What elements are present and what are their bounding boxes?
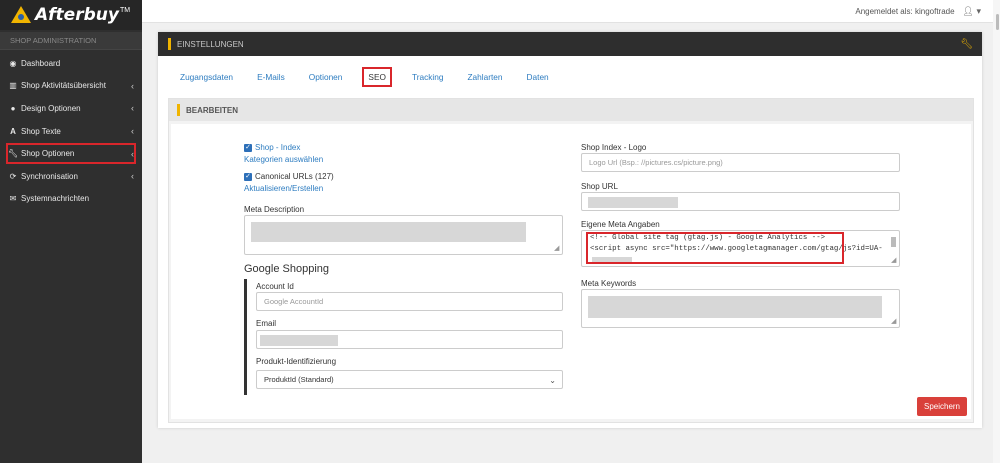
brand-name: Afterbuy <box>35 5 119 25</box>
palette-icon: ● <box>10 103 16 113</box>
tab-optionen[interactable]: Optionen <box>305 69 347 85</box>
accent-bar <box>177 104 180 116</box>
tab-emails[interactable]: E-Mails <box>253 69 289 85</box>
product-id-label: Produkt-Identifizierung <box>256 357 337 366</box>
shop-index-checkbox-label: Shop - Index <box>255 143 301 152</box>
account-id-label: Account Id <box>256 282 294 291</box>
save-button[interactable]: Speichern <box>917 397 967 416</box>
sidebar-item-label: Shop Aktivitätsübersicht <box>21 81 106 91</box>
dashboard-icon: ◉ <box>9 58 17 68</box>
envelope-icon: ✉ <box>9 194 17 204</box>
shop-url-input[interactable] <box>581 192 900 211</box>
email-input[interactable] <box>256 330 563 349</box>
account-id-placeholder: Google AccountId <box>264 297 324 306</box>
google-shopping-title: Google Shopping <box>244 263 330 275</box>
sidebar-item-label: Synchronisation <box>21 171 78 181</box>
user-icon[interactable]: 👤︎ ▾ <box>963 6 981 17</box>
chevron-left-icon: ‹ <box>131 148 134 159</box>
google-shopping-divider <box>244 279 247 395</box>
page-scrollbar[interactable] <box>993 0 1000 463</box>
chevron-left-icon: ‹ <box>131 171 134 182</box>
sidebar-item-dashboard[interactable]: ◉ Dashboard <box>0 52 142 75</box>
wrench-icon[interactable]: 🔧︎ <box>960 39 973 50</box>
scrollbar-thumb[interactable] <box>996 14 999 30</box>
sidebar-item-system-messages[interactable]: ✉ Systemnachrichten <box>0 188 142 211</box>
meta-description-textarea[interactable]: ◢ <box>244 215 563 255</box>
topbar: Angemeldet als: kingoftrade 👤︎ ▾ <box>142 0 993 23</box>
wrench-icon: 🔧︎ <box>8 149 19 159</box>
chevron-left-icon: ‹ <box>131 103 134 114</box>
settings-panel: EINSTELLUNGEN 🔧︎ Zugangsdaten E-Mails Op… <box>158 32 982 428</box>
redacted-value <box>588 296 882 318</box>
sidebar-item-shop-activity[interactable]: ▥ Shop Aktivitätsübersicht ‹ <box>0 75 142 98</box>
edit-section: BEARBEITEN ✓ Shop - Index Kategorien aus… <box>168 98 974 423</box>
sync-icon: ⟳ <box>9 171 17 181</box>
resize-handle-icon[interactable]: ◢ <box>554 245 560 252</box>
email-label: Email <box>256 319 277 328</box>
account-id-input[interactable]: Google AccountId <box>256 292 563 311</box>
sidebar-item-synchronisation[interactable]: ⟳ Synchronisation ‹ <box>0 165 142 188</box>
meta-keywords-label: Meta Keywords <box>581 279 637 288</box>
tab-zahlarten[interactable]: Zahlarten <box>463 69 506 85</box>
resize-handle-icon[interactable]: ◢ <box>891 257 897 264</box>
logged-in-text: Angemeldet als: kingoftrade <box>855 6 955 16</box>
sidebar-item-shop-options[interactable]: 🔧︎ Shop Optionen ‹ <box>5 142 137 165</box>
brand-trademark: TM <box>119 6 131 14</box>
redacted-value <box>260 335 338 346</box>
highlight-annotation <box>586 232 844 264</box>
accent-bar <box>168 38 171 50</box>
afterbuy-logo-icon <box>10 5 32 25</box>
redacted-value <box>588 197 678 208</box>
categories-link[interactable]: Kategorien auswählen <box>244 155 323 164</box>
chevron-left-icon: ‹ <box>131 80 134 91</box>
section-title: BEARBEITEN <box>186 105 239 115</box>
chart-icon: ▥ <box>9 81 17 91</box>
section-header: BEARBEITEN <box>169 99 973 121</box>
brand-logo[interactable]: Afterbuy TM <box>0 0 142 30</box>
product-id-select[interactable]: ProduktId (Standard) ⌄ <box>256 370 563 389</box>
sidebar-item-label: Shop Texte <box>21 126 61 136</box>
settings-tabs: Zugangsdaten E-Mails Optionen SEO Tracki… <box>158 56 982 98</box>
sidebar-item-shop-texts[interactable]: A Shop Texte ‹ <box>0 120 142 143</box>
canonical-checkbox-label: Canonical URLs (127) <box>255 172 334 181</box>
meta-custom-label: Eigene Meta Angaben <box>581 220 660 229</box>
meta-keywords-textarea[interactable]: ◢ <box>581 289 900 328</box>
sidebar-item-label: Design Optionen <box>21 103 81 113</box>
product-id-value: ProduktId (Standard) <box>264 375 334 384</box>
tab-tracking[interactable]: Tracking <box>408 69 448 85</box>
shop-index-checkbox[interactable]: ✓ Shop - Index <box>244 143 300 152</box>
chevron-down-icon: ⌄ <box>549 376 556 385</box>
sidebar: Afterbuy TM SHOP ADMINISTRATION ◉ Dashbo… <box>0 0 142 463</box>
panel-header: EINSTELLUNGEN 🔧︎ <box>158 32 982 56</box>
tab-seo[interactable]: SEO <box>362 67 392 87</box>
meta-description-label: Meta Description <box>244 205 305 214</box>
refresh-link[interactable]: Aktualisieren/Erstellen <box>244 184 323 193</box>
shop-index-logo-label: Shop Index - Logo <box>581 143 647 152</box>
sidebar-item-label: Shop Optionen <box>21 149 75 159</box>
sidebar-item-label: Dashboard <box>21 58 61 68</box>
resize-handle-icon[interactable]: ◢ <box>891 318 897 325</box>
logo-url-input[interactable]: Logo Url (Bsp.: //pictures.cs/picture.pn… <box>581 153 900 172</box>
sidebar-section-label: SHOP ADMINISTRATION <box>0 32 142 50</box>
tab-daten[interactable]: Daten <box>523 69 553 85</box>
sidebar-item-design-options[interactable]: ● Design Optionen ‹ <box>0 97 142 120</box>
checkbox-checked-icon: ✓ <box>244 172 252 181</box>
font-icon: A <box>10 126 16 136</box>
redacted-value <box>251 222 526 242</box>
checkbox-checked-icon: ✓ <box>244 143 252 152</box>
canonical-checkbox[interactable]: ✓ Canonical URLs (127) <box>244 172 334 181</box>
sidebar-item-label: Systemnachrichten <box>21 194 90 204</box>
chevron-left-icon: ‹ <box>131 126 134 137</box>
section-body: ✓ Shop - Index Kategorien auswählen ✓ Ca… <box>171 124 971 419</box>
tab-zugangsdaten[interactable]: Zugangsdaten <box>176 69 237 85</box>
logo-url-placeholder: Logo Url (Bsp.: //pictures.cs/picture.pn… <box>589 158 723 167</box>
textarea-scrollbar[interactable] <box>891 237 896 247</box>
shop-url-label: Shop URL <box>581 182 618 191</box>
panel-title: EINSTELLUNGEN <box>177 39 244 49</box>
